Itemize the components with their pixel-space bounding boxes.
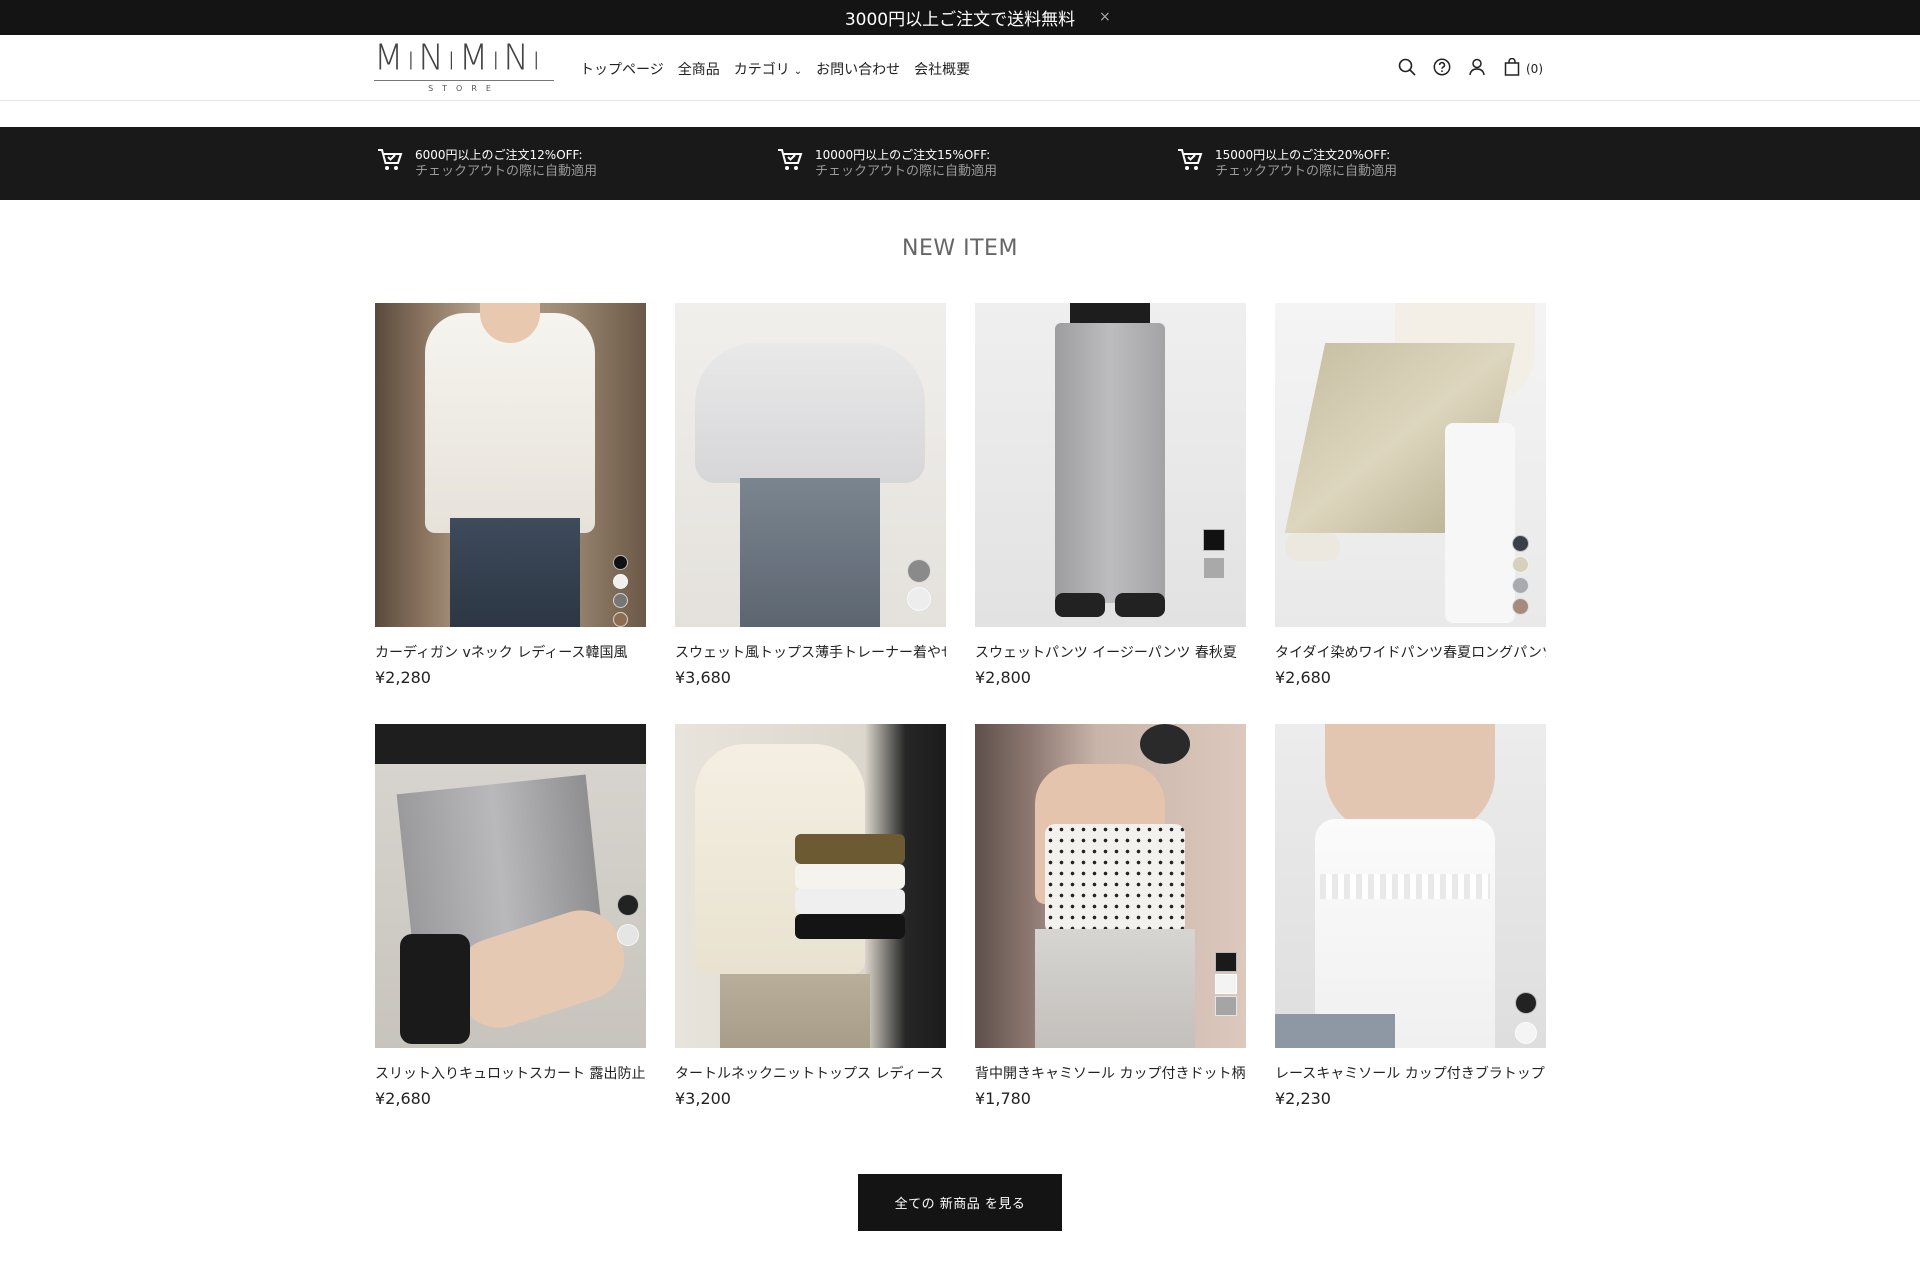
discount-promo-bar: 6000円以上のご注文12%OFF: チェックアウトの際に自動適用 10000円以… <box>0 127 1920 200</box>
product-price: ¥3,200 <box>675 1089 731 1108</box>
logo-rule <box>374 80 554 81</box>
product-card[interactable]: カーディガン vネック レディース韓国風 ¥2,280 <box>375 303 646 687</box>
logo-wordmark: MiNiMiNi <box>374 37 544 79</box>
product-image[interactable] <box>375 303 646 627</box>
product-name[interactable]: スウェット風トップス薄手トレーナー着やせ <box>675 642 946 662</box>
product-card[interactable]: スウェットパンツ イージーパンツ 春秋夏 ¥2,800 <box>975 303 1246 687</box>
nav-company[interactable]: 会社概要 <box>914 59 970 79</box>
help-icon[interactable] <box>1431 56 1453 78</box>
product-price: ¥2,230 <box>1275 1089 1331 1108</box>
nav-top-page[interactable]: トップページ <box>580 59 664 79</box>
account-icon[interactable] <box>1466 56 1488 78</box>
product-image[interactable] <box>1275 303 1546 627</box>
cart-check-icon <box>1178 149 1203 170</box>
view-all-new-button[interactable]: 全ての 新商品 を見る <box>858 1174 1062 1231</box>
product-price: ¥2,280 <box>375 668 431 687</box>
product-card[interactable]: スウェット風トップス薄手トレーナー着やせ ¥3,680 <box>675 303 946 687</box>
main-nav: トップページ 全商品 カテゴリ ⌄ お問い合わせ 会社概要 <box>580 59 984 79</box>
product-name[interactable]: カーディガン vネック レディース韓国風 <box>375 642 646 662</box>
product-card[interactable]: スリット入りキュロットスカート 露出防止 ¥2,680 <box>375 724 646 1108</box>
nav-contact[interactable]: お問い合わせ <box>816 59 900 79</box>
product-price: ¥2,680 <box>1275 668 1331 687</box>
promo-item: 6000円以上のご注文12%OFF: チェックアウトの際に自動適用 <box>377 147 597 180</box>
nav-all-products[interactable]: 全商品 <box>678 59 720 79</box>
store-logo[interactable]: MiNiMiNi STORE <box>374 37 556 93</box>
product-image[interactable] <box>975 724 1246 1048</box>
product-name[interactable]: レースキャミソール カップ付きブラトップ <box>1275 1063 1546 1083</box>
product-image[interactable] <box>1275 724 1546 1048</box>
product-price: ¥1,780 <box>975 1089 1031 1108</box>
announcement-bar: 3000円以上ご注文で送料無料 × <box>0 0 1920 35</box>
product-image[interactable] <box>975 303 1246 627</box>
product-card[interactable]: タイダイ染めワイドパンツ春夏ロングパンツ ¥2,680 <box>1275 303 1546 687</box>
section-title: NEW ITEM <box>902 236 1018 261</box>
cart-count[interactable]: (0) <box>1526 62 1543 76</box>
promo-title: 15000円以上のご注文20%OFF: <box>1215 148 1391 162</box>
logo-subtitle: STORE <box>428 84 500 93</box>
product-image[interactable] <box>675 724 946 1048</box>
search-icon[interactable] <box>1396 56 1418 78</box>
promo-subtitle: チェックアウトの際に自動適用 <box>415 164 598 179</box>
product-name[interactable]: タートルネックニットトップス レディース <box>675 1063 946 1083</box>
close-icon[interactable]: × <box>1099 9 1111 25</box>
nav-category-label: カテゴリ <box>733 62 790 78</box>
product-name[interactable]: タイダイ染めワイドパンツ春夏ロングパンツ <box>1275 642 1546 662</box>
header-actions: (0) <box>1396 56 1543 78</box>
product-name[interactable]: スリット入りキュロットスカート 露出防止 <box>375 1063 646 1083</box>
product-price: ¥2,680 <box>375 1089 431 1108</box>
product-price: ¥2,800 <box>975 668 1031 687</box>
product-image[interactable] <box>375 724 646 1048</box>
product-card[interactable]: タートルネックニットトップス レディース ¥3,200 <box>675 724 946 1108</box>
announcement-text: 3000円以上ご注文で送料無料 <box>844 10 1076 30</box>
cart-check-icon <box>778 149 803 170</box>
promo-title: 6000円以上のご注文12%OFF: <box>415 148 583 162</box>
cart-check-icon <box>378 149 403 170</box>
product-card[interactable]: レースキャミソール カップ付きブラトップ ¥2,230 <box>1275 724 1546 1108</box>
promo-item: 10000円以上のご注文15%OFF: チェックアウトの際に自動適用 <box>777 147 997 180</box>
product-name[interactable]: 背中開きキャミソール カップ付きドット柄 <box>975 1063 1246 1083</box>
product-card[interactable]: 背中開きキャミソール カップ付きドット柄 ¥1,780 <box>975 724 1246 1108</box>
promo-item: 15000円以上のご注文20%OFF: チェックアウトの際に自動適用 <box>1177 147 1397 180</box>
product-image[interactable] <box>675 303 946 627</box>
site-header: MiNiMiNi STORE トップページ 全商品 カテゴリ ⌄ お問い合わせ 会… <box>0 35 1920 101</box>
promo-title: 10000円以上のご注文15%OFF: <box>815 148 991 162</box>
product-price: ¥3,680 <box>675 668 731 687</box>
nav-category[interactable]: カテゴリ ⌄ <box>734 59 802 79</box>
product-name[interactable]: スウェットパンツ イージーパンツ 春秋夏 <box>975 642 1246 662</box>
cart-icon[interactable] <box>1501 56 1523 78</box>
chevron-down-icon: ⌄ <box>793 66 803 77</box>
promo-subtitle: チェックアウトの際に自動適用 <box>1215 164 1398 179</box>
promo-subtitle: チェックアウトの際に自動適用 <box>815 164 998 179</box>
